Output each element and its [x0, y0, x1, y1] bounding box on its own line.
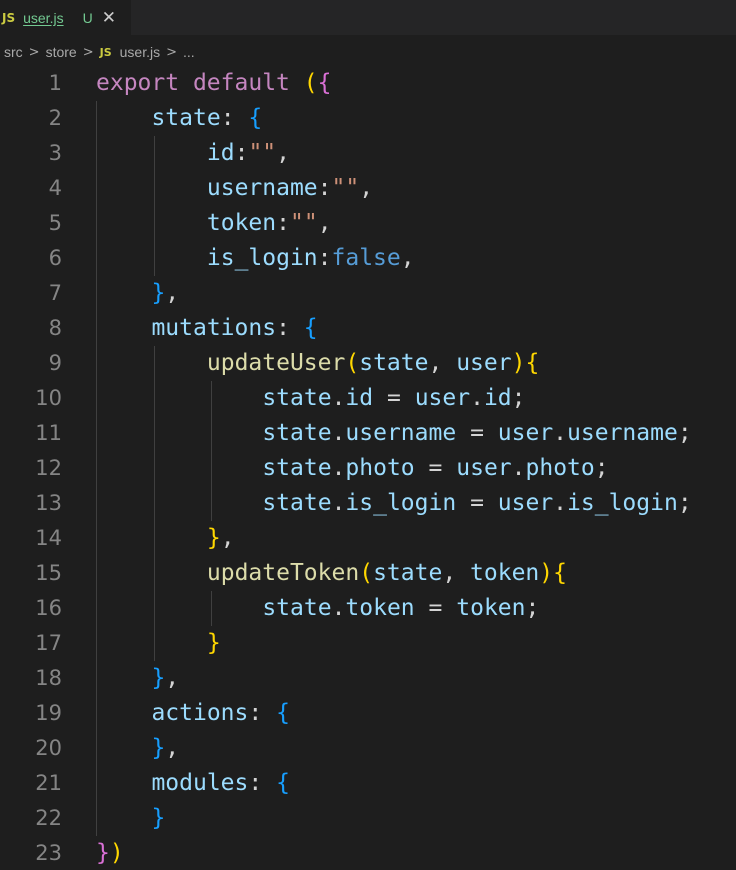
code-line[interactable]: 10 state.id = user.id;: [0, 381, 736, 416]
line-number: 22: [35, 806, 62, 830]
tab-file-name[interactable]: user.js: [23, 10, 63, 26]
code-text[interactable]: mutations: {: [96, 311, 317, 346]
breadcrumb-store[interactable]: store: [46, 44, 77, 60]
code-text[interactable]: }: [96, 801, 165, 836]
code-line[interactable]: 1 export default ({: [0, 66, 736, 101]
code-text[interactable]: }): [96, 836, 124, 870]
code-line[interactable]: 23 }): [0, 836, 736, 870]
chevron-right-icon: >: [166, 44, 177, 60]
code-line[interactable]: 8 mutations: {: [0, 311, 736, 346]
javascript-file-icon: JS: [99, 45, 112, 59]
code-line[interactable]: 22 }: [0, 801, 736, 836]
javascript-file-icon: JS: [2, 10, 16, 25]
breadcrumb-src[interactable]: src: [4, 44, 23, 60]
code-text[interactable]: },: [96, 276, 179, 311]
code-line[interactable]: 5 token:"",: [0, 206, 736, 241]
code-line[interactable]: 21 modules: {: [0, 766, 736, 801]
line-number: 17: [35, 631, 62, 655]
breadcrumb: src > store > JS user.js > ...: [0, 38, 736, 66]
code-line[interactable]: 4 username:"",: [0, 171, 736, 206]
code-text[interactable]: state.username = user.username;: [96, 416, 691, 451]
line-number: 13: [35, 491, 62, 515]
code-line[interactable]: 2 state: {: [0, 101, 736, 136]
line-number: 18: [35, 666, 62, 690]
code-text[interactable]: updateUser(state, user){: [96, 346, 539, 381]
code-line[interactable]: 20 },: [0, 731, 736, 766]
code-text[interactable]: actions: {: [96, 696, 290, 731]
line-number: 20: [35, 736, 62, 760]
code-line[interactable]: 3 id:"",: [0, 136, 736, 171]
code-text[interactable]: state.photo = user.photo;: [96, 451, 608, 486]
code-text[interactable]: },: [96, 661, 179, 696]
line-number: 14: [35, 526, 62, 550]
chevron-right-icon: >: [82, 44, 94, 60]
tab-bar: JS user.js U ✕: [0, 0, 736, 35]
code-text[interactable]: modules: {: [96, 766, 290, 801]
code-line[interactable]: 16 state.token = token;: [0, 591, 736, 626]
line-number: 16: [35, 596, 62, 620]
code-text[interactable]: state.token = token;: [96, 591, 539, 626]
code-text[interactable]: updateToken(state, token){: [96, 556, 567, 591]
code-text[interactable]: id:"",: [96, 136, 290, 171]
code-text[interactable]: export default ({: [96, 66, 331, 101]
code-line[interactable]: 6 is_login:false,: [0, 241, 736, 276]
breadcrumb-user-js[interactable]: user.js: [120, 44, 160, 60]
breadcrumb-symbols[interactable]: ...: [183, 44, 195, 60]
chevron-right-icon: >: [28, 44, 40, 60]
code-line[interactable]: 12 state.photo = user.photo;: [0, 451, 736, 486]
code-text[interactable]: },: [96, 521, 235, 556]
code-text[interactable]: state: {: [96, 101, 262, 136]
git-status-badge: U: [82, 9, 93, 26]
line-number: 2: [48, 106, 62, 130]
line-number: 19: [35, 701, 62, 725]
line-number: 8: [48, 316, 62, 340]
line-number: 11: [35, 421, 62, 445]
line-number: 23: [35, 841, 62, 865]
code-text[interactable]: },: [96, 731, 179, 766]
line-number: 21: [35, 771, 62, 795]
line-number: 9: [48, 351, 62, 375]
code-line[interactable]: 14 },: [0, 521, 736, 556]
code-line[interactable]: 7 },: [0, 276, 736, 311]
code-line[interactable]: 18 },: [0, 661, 736, 696]
line-number: 6: [48, 246, 62, 270]
code-line[interactable]: 13 state.is_login = user.is_login;: [0, 486, 736, 521]
line-number: 5: [48, 211, 62, 235]
code-line[interactable]: 9 updateUser(state, user){: [0, 346, 736, 381]
code-line[interactable]: 11 state.username = user.username;: [0, 416, 736, 451]
editor-tab-user-js[interactable]: JS user.js U ✕: [0, 0, 131, 35]
code-editor[interactable]: 1 export default ({ 2 state: { 3 id:"", …: [0, 66, 736, 870]
close-icon[interactable]: ✕: [102, 8, 116, 28]
code-text[interactable]: is_login:false,: [96, 241, 415, 276]
code-line[interactable]: 19 actions: {: [0, 696, 736, 731]
code-text[interactable]: token:"",: [96, 206, 332, 241]
line-number: 4: [48, 176, 62, 200]
line-number: 10: [35, 386, 62, 410]
code-text[interactable]: }: [96, 626, 221, 661]
code-line[interactable]: 17 }: [0, 626, 736, 661]
line-number: 7: [48, 281, 62, 305]
code-line[interactable]: 15 updateToken(state, token){: [0, 556, 736, 591]
line-number: 1: [48, 71, 62, 95]
code-text[interactable]: state.is_login = user.is_login;: [96, 486, 691, 521]
line-number: 12: [35, 456, 62, 480]
line-number: 15: [35, 561, 62, 585]
line-number: 3: [48, 141, 62, 165]
code-text[interactable]: state.id = user.id;: [96, 381, 525, 416]
code-text[interactable]: username:"",: [96, 171, 373, 206]
